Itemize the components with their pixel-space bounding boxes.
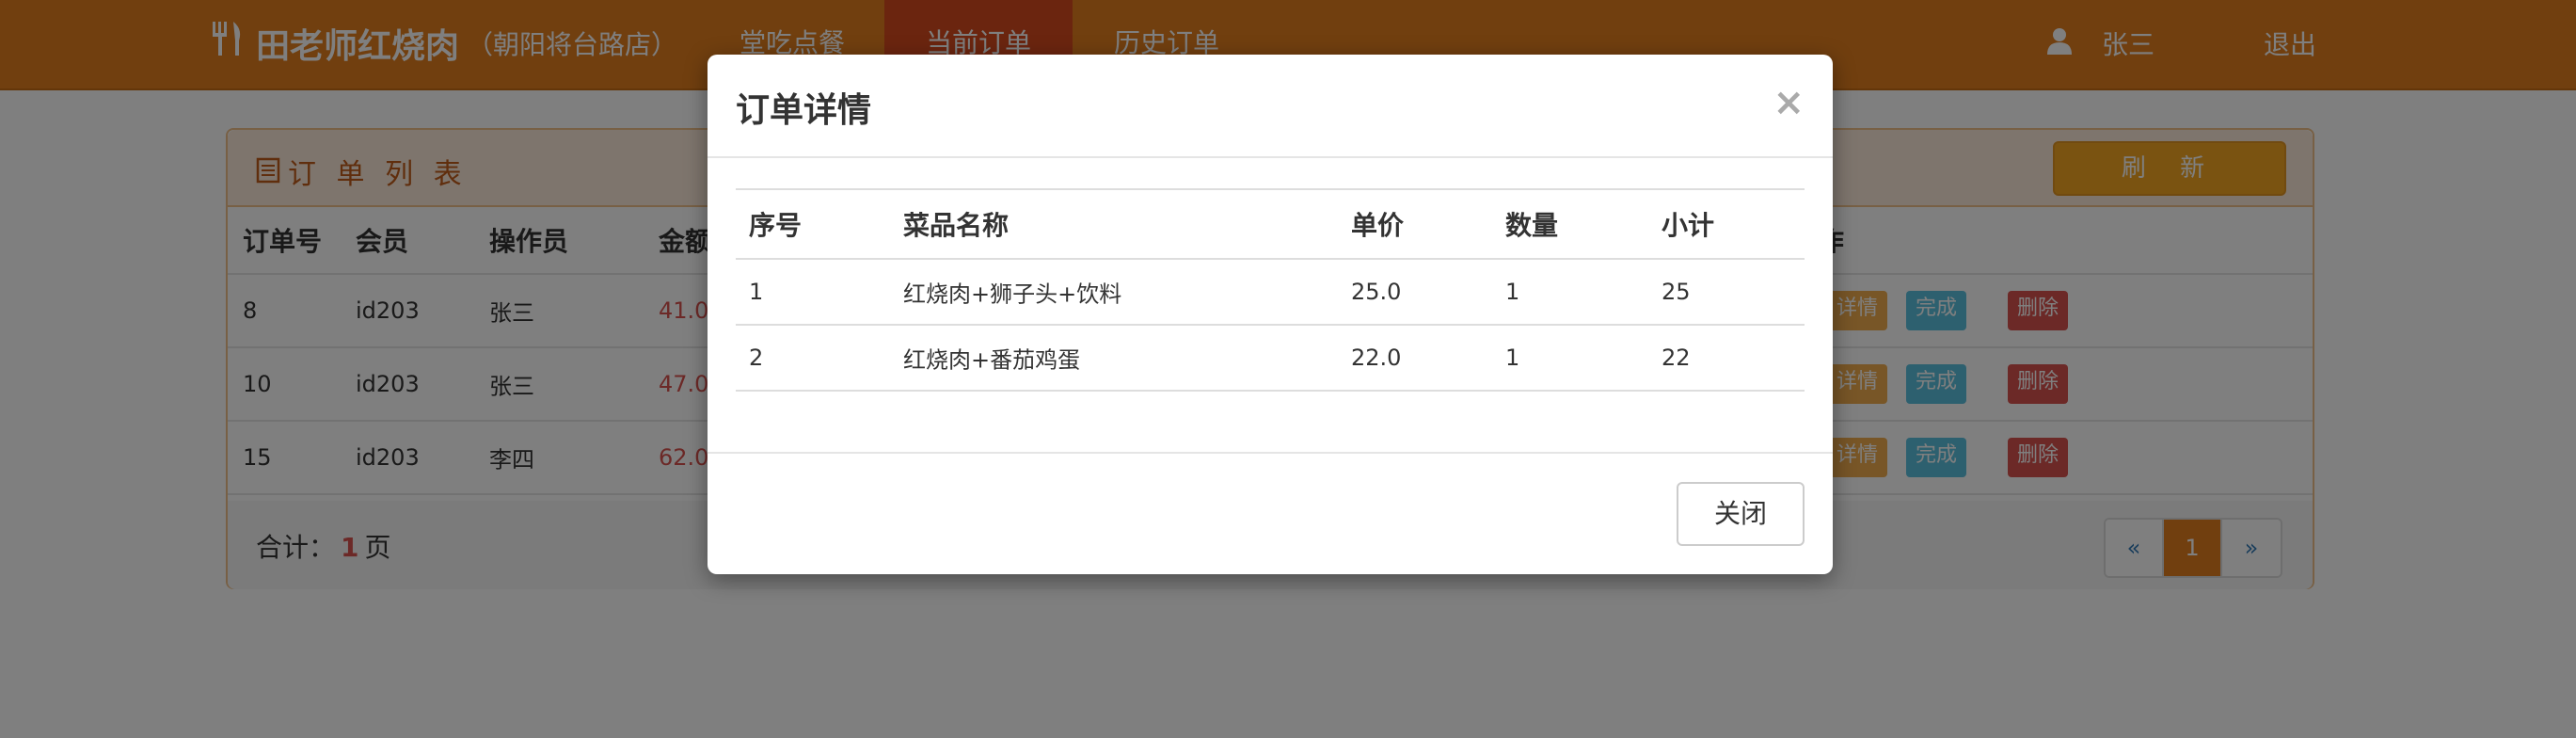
col-qty: 数量: [1505, 210, 1559, 241]
col-no: 序号: [749, 210, 803, 241]
item-subtotal: 22: [1662, 345, 1691, 371]
item-no: 2: [749, 345, 764, 371]
order-items-table: 序号 菜品名称 单价 数量 小计 1 红烧肉+狮子头+饮料 25.0 1 25 …: [736, 188, 1805, 392]
item-qty: 1: [1505, 279, 1520, 305]
table-row: 2 红烧肉+番茄鸡蛋 22.0 1 22: [736, 326, 1805, 392]
item-price: 22.0: [1351, 345, 1402, 371]
col-subtotal: 小计: [1662, 210, 1715, 241]
close-icon[interactable]: ×: [1773, 81, 1805, 124]
items-table-header: 序号 菜品名称 单价 数量 小计: [736, 190, 1805, 260]
item-price: 25.0: [1351, 279, 1402, 305]
order-detail-modal: 订单详情 × 序号 菜品名称 单价 数量 小计 1 红烧肉+狮子头+饮料 25.…: [708, 55, 1833, 574]
modal-footer: 关闭: [708, 452, 1833, 574]
col-dish: 菜品名称: [903, 210, 1010, 241]
close-button[interactable]: 关闭: [1677, 482, 1805, 546]
modal-title: 订单详情: [736, 91, 872, 130]
item-no: 1: [749, 279, 764, 305]
item-qty: 1: [1505, 345, 1520, 371]
item-dish: 红烧肉+狮子头+饮料: [903, 281, 1122, 308]
modal-header: 订单详情 ×: [708, 55, 1833, 158]
col-price: 单价: [1351, 210, 1405, 241]
table-row: 1 红烧肉+狮子头+饮料 25.0 1 25: [736, 260, 1805, 326]
item-subtotal: 25: [1662, 279, 1691, 305]
item-dish: 红烧肉+番茄鸡蛋: [903, 346, 1081, 374]
